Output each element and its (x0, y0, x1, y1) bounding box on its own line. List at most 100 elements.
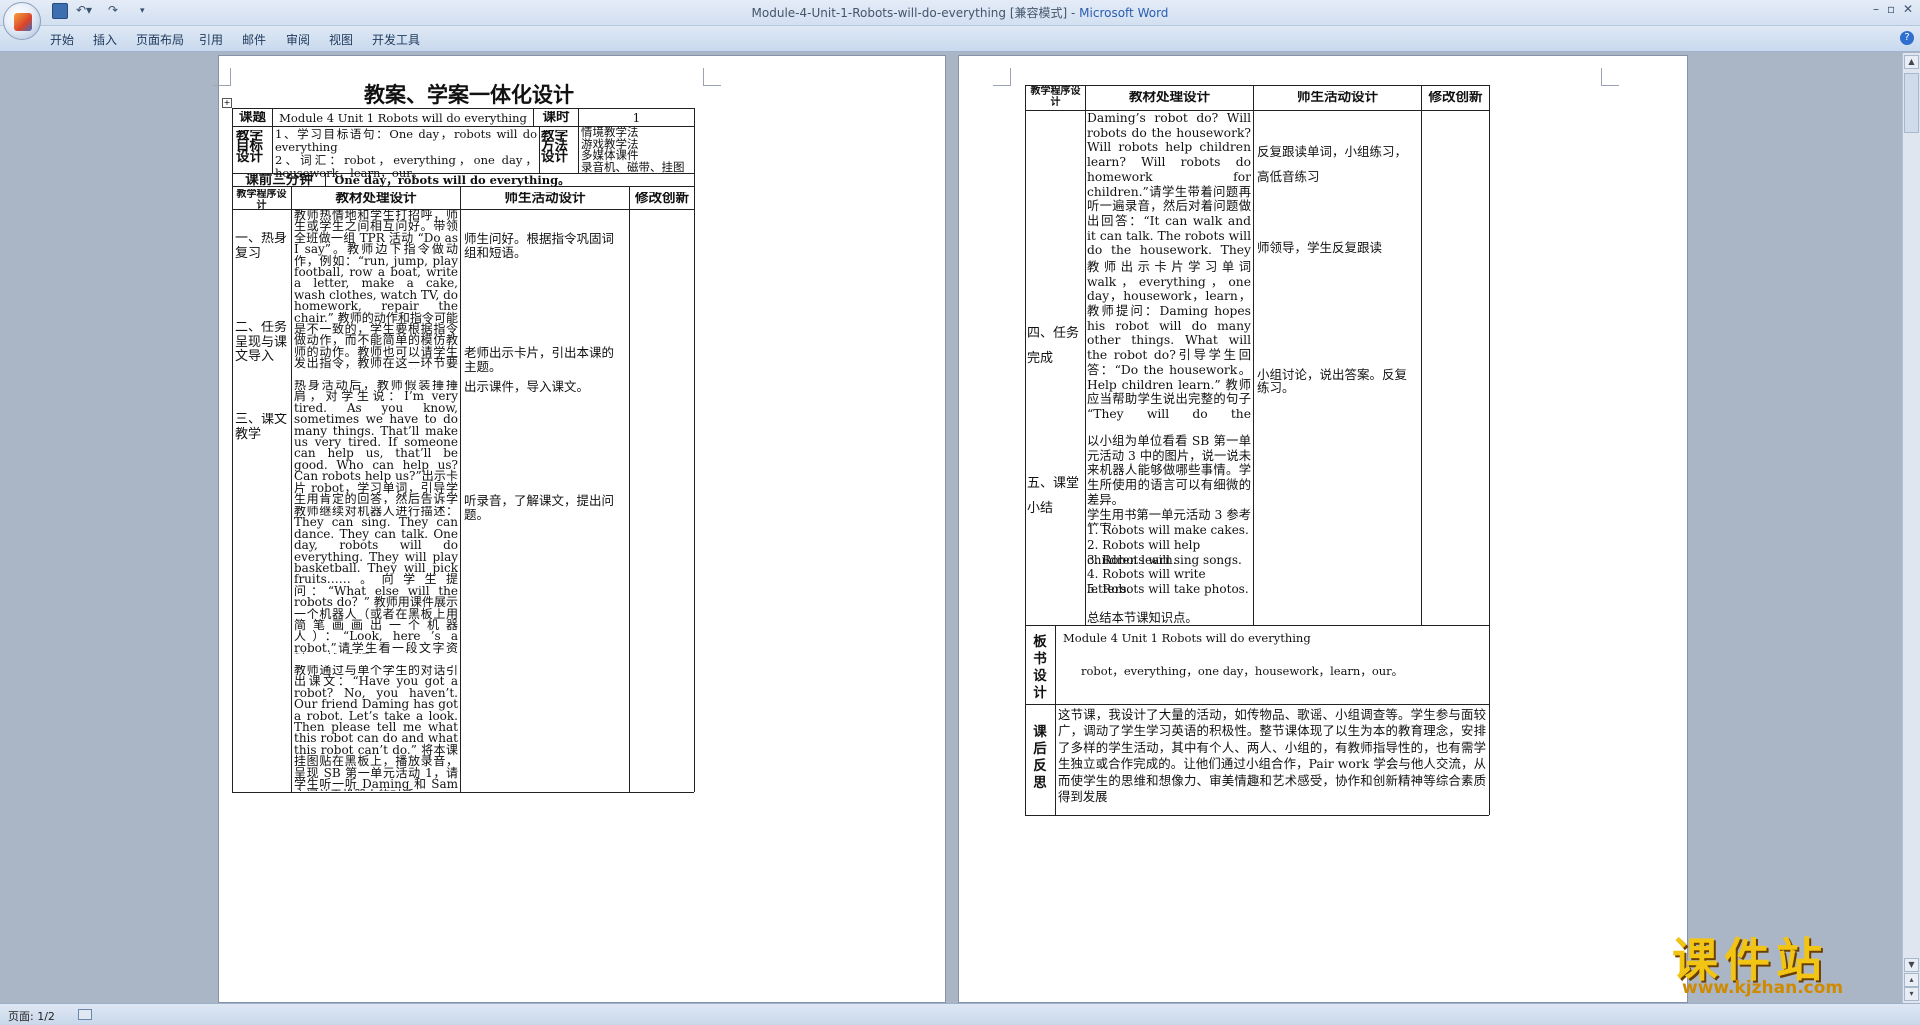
office-button[interactable] (3, 2, 41, 40)
goals-value: 1、学习目标语句：One day，robots will do everythi… (275, 128, 537, 180)
column-procedure: 教学程序设计 (236, 189, 287, 211)
table-border (291, 186, 292, 792)
minimize-icon[interactable]: – (1873, 2, 1879, 16)
material-paragraph: 以小组为单位看看 SB 第一单元活动 3 中的图片，说一说未来机器人能够做哪些事… (1087, 434, 1251, 526)
ribbon-tabs: 开始 插入 页面布局 引用 邮件 审阅 视图 开发工具 ? (0, 26, 1920, 52)
activity-text: 老师出示卡片，引出本课的主题。 (464, 346, 615, 373)
board-line: robot，everything，one day，housework，learn… (1081, 665, 1404, 678)
material-paragraph: 教师出示卡片学习单词 walk，everything，one day，house… (1087, 260, 1251, 304)
table-border (1421, 85, 1422, 625)
activity-text: 小组讨论，说出答案。反复练习。 (1257, 368, 1408, 395)
hours-value: 1 (632, 112, 641, 125)
column-revision: 修改创新 (1428, 91, 1483, 105)
table-border (694, 108, 695, 792)
tab-insert[interactable]: 插入 (93, 31, 117, 48)
page-count[interactable]: 页面: 1/2 (8, 1008, 55, 1024)
page-corner-mark (1601, 68, 1619, 86)
tab-home[interactable]: 开始 (50, 31, 74, 48)
column-material: 教材处理设计 (1129, 91, 1210, 105)
document-area: + 教案、学案一体化设计 课题 Module 4 Unit 1 Robots w… (0, 53, 1920, 1003)
material-summary: 总结本节课知识点。 (1087, 611, 1198, 625)
tab-view[interactable]: 视图 (329, 31, 353, 48)
answer-item: 5. Robots will take photos. (1087, 582, 1249, 596)
table-border (232, 108, 694, 109)
site-watermark: 课件站 www.kjzhan.com (1668, 924, 1900, 1002)
material-paragraph: 教师通过与单个学生的对话引出课文：“Have you got a robot? … (294, 665, 458, 791)
scroll-thumb[interactable] (1904, 73, 1919, 133)
next-page-icon[interactable]: ▾ (1904, 987, 1919, 1001)
step-text-teaching: 三、课文教学 (235, 413, 288, 442)
material-paragraph: Daming’s robot do? Will robots do the ho… (1087, 111, 1251, 259)
window-title: Module-4-Unit-1-Robots-will-do-everythin… (0, 4, 1920, 21)
label-hours: 课时 (542, 111, 570, 125)
page-corner-mark (703, 68, 721, 86)
label-reflection: 课后反思 (1033, 724, 1047, 791)
column-material: 教材处理设计 (335, 192, 417, 206)
material-paragraph: 教师提问：Daming hopes his robot will do many… (1087, 304, 1251, 422)
scroll-down-icon[interactable]: ▼ (1904, 958, 1919, 972)
reflection-text: 这节课，我设计了大量的活动，如传物品、歌谣、小组调查等。学生参与面较广，调动了学… (1058, 707, 1486, 805)
tab-mailings[interactable]: 邮件 (242, 31, 266, 48)
table-border (1025, 815, 1489, 816)
activity-text: 听录音，了解课文，提出问题。 (464, 494, 615, 521)
status-bar: 页面: 1/2 (0, 1003, 1920, 1025)
column-activity: 师生活动设计 (504, 192, 586, 206)
help-icon[interactable]: ? (1900, 31, 1914, 45)
table-border (1025, 85, 1489, 86)
watermark-url: www.kjzhan.com (1682, 978, 1844, 998)
proofing-icon[interactable] (78, 1009, 92, 1020)
material-paragraph: 教师继续对机器人进行描述：They can sing. They can dan… (294, 506, 458, 654)
page-1: + 教案、学案一体化设计 课题 Module 4 Unit 1 Robots w… (213, 55, 946, 1003)
label-goals: 教学目标设计 (236, 130, 263, 163)
step-task-completion: 四、任务完成 (1027, 326, 1080, 366)
vertical-scrollbar[interactable]: ▲ ▼ ▴ ▾ (1902, 53, 1920, 1003)
table-border (539, 126, 540, 173)
document-title: 教案、学案一体化设计 (364, 82, 574, 107)
board-line: Module 4 Unit 1 Robots will do everythin… (1063, 632, 1311, 645)
column-procedure: 教学程序设计 (1030, 86, 1081, 108)
column-activity: 师生活动设计 (1297, 91, 1378, 105)
table-border (232, 792, 694, 793)
methods-value: 情境教学法 游戏教学法 多媒体课件 录音机、磁带、挂图 (581, 127, 685, 173)
table-border (1253, 85, 1254, 625)
table-border (1025, 85, 1026, 815)
table-border (578, 126, 579, 173)
activity-text: 师生问好。根据指令巩固词组和短语。 (464, 232, 615, 259)
prev-page-icon[interactable]: ▴ (1904, 973, 1919, 987)
tab-review[interactable]: 审阅 (286, 31, 310, 48)
topic-value: Module 4 Unit 1 Robots will do everythin… (279, 112, 527, 125)
step-presentation: 二、任务呈现与课文导入 (235, 321, 288, 364)
scroll-up-icon[interactable]: ▲ (1904, 55, 1919, 69)
label-methods: 教学方法设计 (541, 130, 568, 163)
tab-page-layout[interactable]: 页面布局 (136, 31, 184, 48)
step-warmup: 一、热身复习 (235, 232, 288, 261)
tab-references[interactable]: 引用 (199, 31, 223, 48)
table-border (272, 126, 273, 173)
office-logo-icon (14, 13, 32, 31)
material-paragraph: 热身活动后，教师假装捶捶肩，对学生说：I’m very tired. As yo… (294, 380, 458, 504)
answer-item: 3. Robots will sing songs. (1087, 553, 1242, 567)
table-border (1055, 625, 1056, 815)
step-summary: 五、课堂小结 (1027, 476, 1080, 516)
page-corner-mark (213, 68, 231, 86)
page-2: 教学程序设计 教材处理设计 师生活动设计 修改创新 四、任务完成 五、课堂小结 … (958, 55, 1688, 1003)
table-border (1025, 704, 1489, 705)
table-border (1489, 85, 1490, 815)
maximize-icon[interactable]: ▫ (1887, 2, 1895, 16)
tab-developer[interactable]: 开发工具 (372, 31, 420, 48)
activity-text: 师领导，学生反复跟读 (1257, 241, 1383, 255)
activity-text: 出示课件，导入课文。 (464, 380, 590, 394)
warmup-value: One day，robots will do everything。 (334, 174, 570, 187)
table-border (460, 186, 461, 792)
label-warmup: 课前三分钟 (245, 174, 313, 188)
activity-text: 反复跟读单词，小组练习，高低音练习 (1257, 144, 1408, 184)
page-corner-mark (993, 68, 1011, 86)
table-border (1085, 85, 1086, 625)
answer-item: 1. Robots will make cakes. (1087, 523, 1249, 537)
document-name: Module-4-Unit-1-Robots-will-do-everythin… (751, 6, 1080, 20)
material-paragraph: 教师热情地和学生打招呼，师生或学生之间相互问好。带领全班做一组 TPR 活动 “… (294, 210, 458, 369)
column-revision: 修改创新 (635, 192, 689, 206)
table-move-handle[interactable]: + (222, 98, 232, 108)
app-name: Microsoft Word (1079, 6, 1169, 20)
close-icon[interactable]: ✕ (1903, 2, 1913, 16)
